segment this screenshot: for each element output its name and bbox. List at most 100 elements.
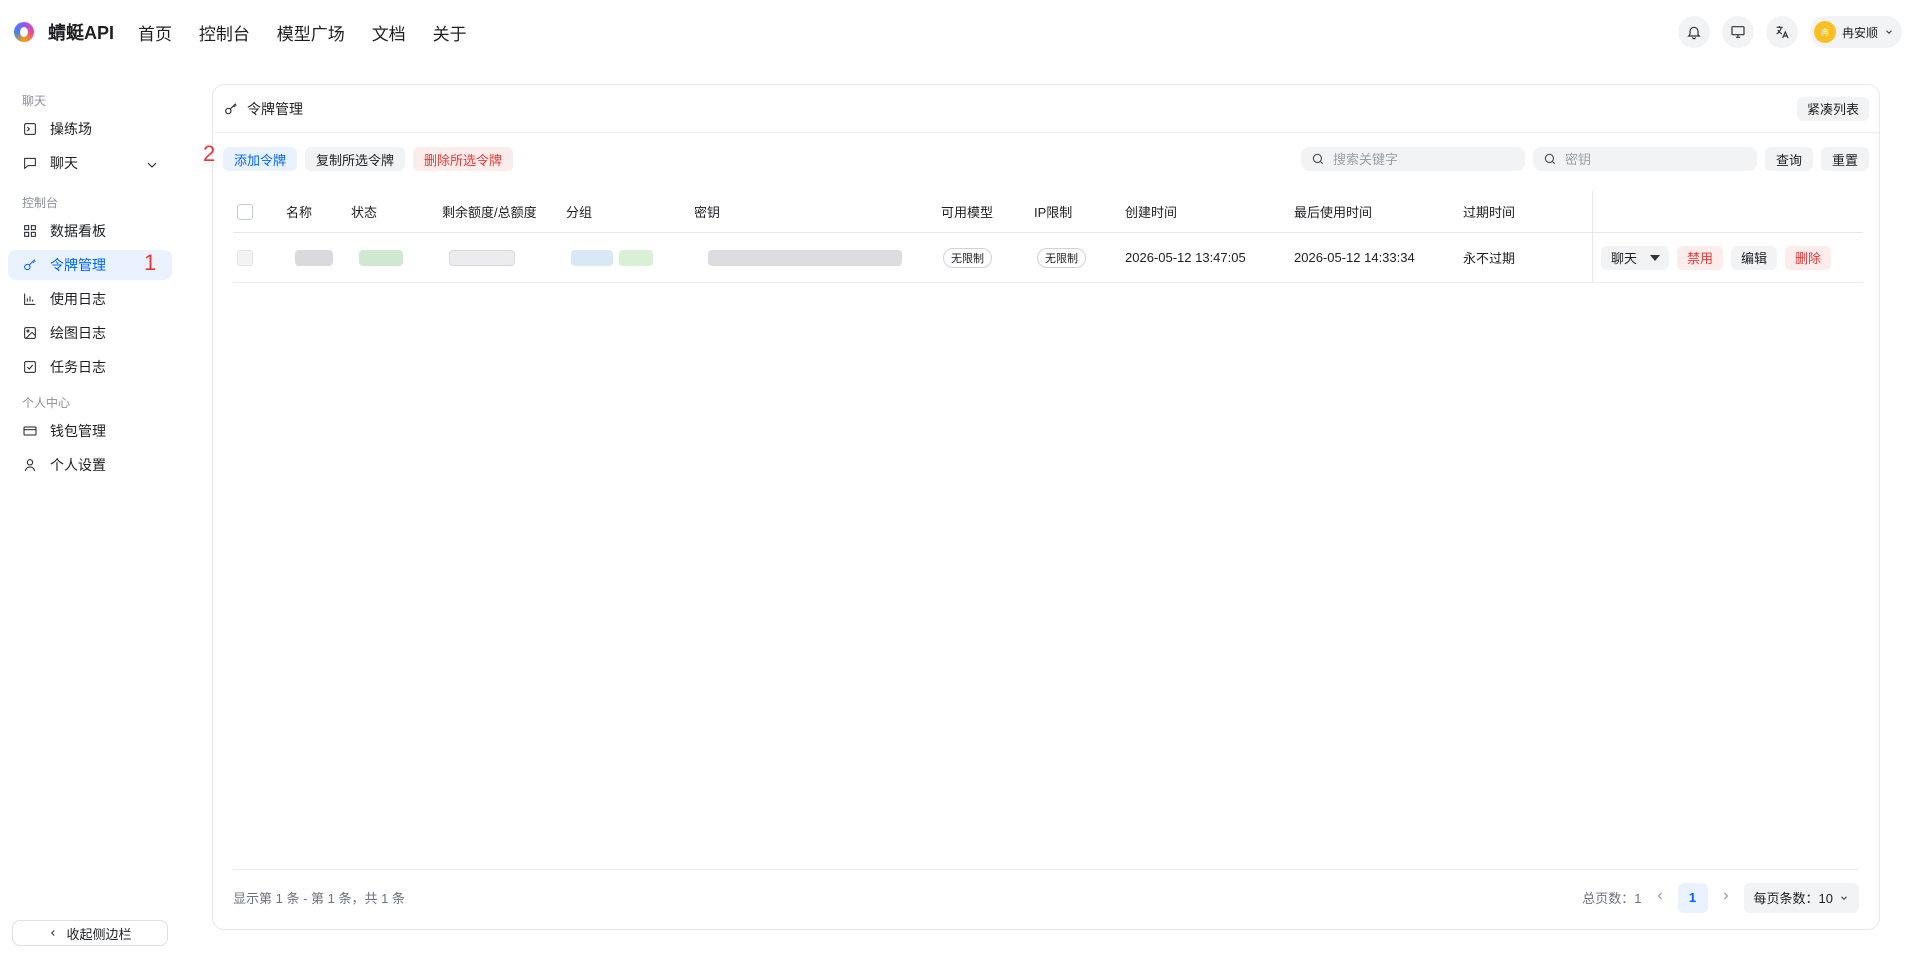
column-header[interactable]: IP限制 [1034,202,1072,221]
sidebar-item-label: 操练场 [50,121,92,137]
notification-bell-icon[interactable] [1677,16,1710,48]
main-nav: 首页 控制台 模型广场 文档 关于 [138,20,490,45]
chat-button[interactable]: 聊天 [1601,246,1647,270]
sidebar-item-chat[interactable]: 聊天 [8,148,172,178]
copy-selected-tokens-button[interactable]: 复制所选令牌 [305,147,406,171]
quota-redacted [449,249,515,266]
chat-dropdown-toggle[interactable] [1647,253,1669,263]
group-tag-redacted [571,249,613,266]
chevron-down-icon[interactable] [144,157,160,173]
sidebar-item-tokens[interactable]: 令牌管理 1 [8,250,172,280]
expire-time: 永不过期 [1463,251,1516,266]
next-page-icon[interactable] [1720,889,1732,907]
checkbox-icon [24,361,36,373]
sidebar-section-console: 控制台 [22,195,59,210]
key-search-input[interactable] [1564,151,1745,167]
sidebar-section-chat: 聊天 [22,93,47,108]
column-header[interactable]: 最后使用时间 [1294,202,1372,221]
sidebar-item-task-logs[interactable]: 任务日志 [8,352,172,382]
results-summary: 显示第 1 条 - 第 1 条，共 1 条 [233,891,405,906]
chart-icon [24,293,36,305]
table-footer: 显示第 1 条 - 第 1 条，共 1 条 总页数：1 1 每页条数：10 [233,869,1859,913]
search-icon [1544,153,1556,165]
user-name: 冉安顺 [1841,25,1878,40]
collapse-sidebar-label: 收起侧边栏 [66,926,132,942]
select-all-checkbox[interactable] [237,203,253,220]
query-button[interactable]: 查询 [1764,147,1813,171]
row-checkbox[interactable] [237,249,253,266]
search-icon [1312,153,1324,165]
wallet-icon [23,426,37,436]
nav-model-market[interactable]: 模型广场 [277,25,345,44]
user-icon [24,459,36,472]
search-area: 查询 重置 [1300,147,1869,171]
logo-icon [14,22,34,42]
sidebar-item-label: 绘图日志 [50,325,106,341]
sidebar-item-wallet[interactable]: 钱包管理 [8,416,172,446]
delete-button[interactable]: 删除 [1785,245,1832,270]
column-header[interactable]: 创建时间 [1125,202,1177,221]
token-management-card: 令牌管理 紧凑列表 2 添加令牌 复制所选令牌 删除所选令牌 查询 重置 名称 … [203,84,1880,930]
page-size-select[interactable]: 每页条数：10 [1743,882,1859,913]
sidebar-item-label: 聊天 [50,155,78,171]
status-badge-redacted [359,249,403,266]
keyword-search-input[interactable] [1332,151,1513,167]
chevron-left-icon [51,930,56,936]
sidebar-item-usage-logs[interactable]: 使用日志 [8,284,172,314]
brand-name[interactable]: 蜻蜓API [48,19,114,45]
nav-about[interactable]: 关于 [433,25,467,44]
table-row[interactable]: 无限制 无限制 2026-05-12 13:47:05 2026-05-12 1… [233,233,1863,283]
sidebar-item-label: 令牌管理 [50,257,106,273]
sidebar-item-label: 数据看板 [50,223,106,239]
sidebar-item-label: 个人设置 [50,457,106,473]
column-header[interactable]: 可用模型 [941,202,993,221]
disable-button[interactable]: 禁用 [1677,245,1724,270]
monitor-icon[interactable] [1721,16,1754,48]
user-menu[interactable]: 冉 冉安顺 [1809,16,1902,48]
reset-button[interactable]: 重置 [1820,147,1869,171]
keyword-search-field[interactable] [1300,147,1525,171]
terminal-icon [24,123,36,135]
sidebar-section-personal: 个人中心 [22,395,71,410]
dashboard-icon [24,225,36,237]
image-icon [24,327,36,339]
caret-down-icon [1650,254,1661,261]
column-header[interactable]: 状态 [351,202,377,221]
column-header[interactable]: 名称 [286,202,312,221]
token-name-redacted [295,249,333,266]
api-key-redacted [708,249,902,266]
ratio-tag-redacted [619,249,653,266]
collapse-sidebar-button[interactable]: 收起侧边栏 [12,920,168,946]
prev-page-icon[interactable] [1654,889,1666,907]
table-header: 名称 状态 剩余额度/总额度 分组 密钥 可用模型 IP限制 创建时间 最后使用… [233,191,1863,233]
nav-docs[interactable]: 文档 [372,25,406,44]
header-actions: 冉 冉安顺 [1677,16,1902,48]
tokens-table: 名称 状态 剩余额度/总额度 分组 密钥 可用模型 IP限制 创建时间 最后使用… [233,191,1863,283]
created-time: 2026-05-12 13:47:05 [1125,250,1246,265]
column-header[interactable]: 剩余额度/总额度 [442,202,537,221]
column-header[interactable]: 过期时间 [1463,202,1515,221]
toolbar: 添加令牌 复制所选令牌 删除所选令牌 查询 重置 [223,145,1869,173]
sidebar-item-settings[interactable]: 个人设置 [8,450,172,480]
chat-icon [24,157,36,170]
sidebar-item-playground[interactable]: 操练场 [8,114,172,144]
translate-icon[interactable] [1765,16,1798,48]
key-icon [24,259,36,271]
compact-list-button[interactable]: 紧凑列表 [1796,96,1869,121]
models-tag: 无限制 [943,247,992,268]
sidebar-item-drawing-logs[interactable]: 绘图日志 [8,318,172,348]
sidebar: 聊天 操练场 聊天 控制台 数据看板 令牌管理 1 使用日志 绘图日志 任务日志… [0,64,180,956]
column-header[interactable]: 密钥 [694,202,720,221]
top-bar: 蜻蜓API 首页 控制台 模型广场 文档 关于 冉 冉安顺 [0,0,1912,64]
column-header[interactable]: 分组 [566,202,592,221]
card-header: 令牌管理 紧凑列表 [213,85,1879,133]
page-1-button[interactable]: 1 [1677,882,1708,913]
nav-console[interactable]: 控制台 [199,25,250,44]
key-search-field[interactable] [1532,147,1757,171]
sidebar-item-dashboard[interactable]: 数据看板 [8,216,172,246]
add-token-button[interactable]: 添加令牌 [223,147,298,171]
page-size-label: 每页条数：10 [1753,891,1833,906]
delete-selected-tokens-button[interactable]: 删除所选令牌 [413,147,514,171]
edit-button[interactable]: 编辑 [1731,245,1778,270]
nav-home[interactable]: 首页 [138,25,172,44]
